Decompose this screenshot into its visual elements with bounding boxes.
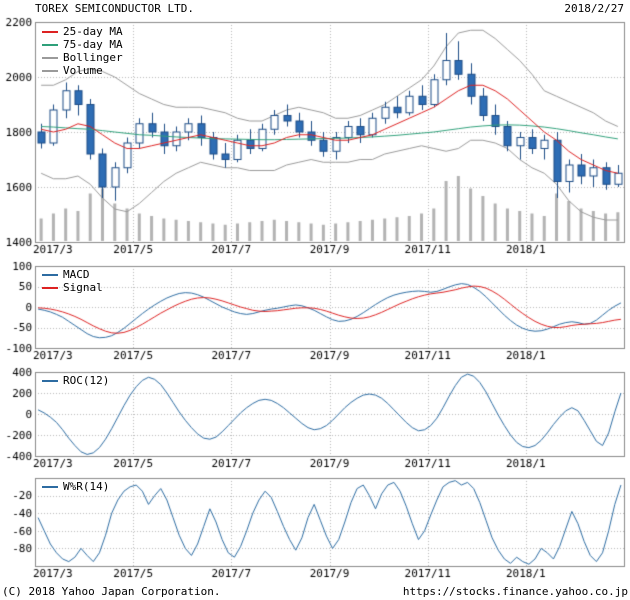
legend-label-wpr: W%R(14) (63, 481, 109, 492)
legend-item-signal: Signal (42, 282, 103, 293)
bollinger-line-swatch (42, 57, 58, 59)
roc-panel-legend: ROC(12) (42, 375, 109, 386)
legend-item-volume: Volume (42, 65, 123, 76)
legend-label-ma25: 25-day MA (63, 26, 123, 37)
macd-line-swatch (42, 274, 58, 276)
legend-label-ma75: 75-day MA (63, 39, 123, 50)
chart-header: TOREX SEMICONDUCTOR LTD. 2018/2/27 (35, 2, 624, 15)
stock-chart-page: TOREX SEMICONDUCTOR LTD. 2018/2/27 25-da… (0, 0, 630, 600)
williams-r-panel-legend: W%R(14) (42, 481, 109, 492)
legend-label-macd: MACD (63, 269, 90, 280)
ma75-line-swatch (42, 44, 58, 46)
legend-label-volume: Volume (63, 65, 103, 76)
chart-date: 2018/2/27 (564, 2, 624, 15)
footer-url-link[interactable]: https://stocks.finance.yahoo.co.jp (403, 585, 628, 598)
chart-footer: (C) 2018 Yahoo Japan Corporation. https:… (2, 585, 628, 598)
volume-bar-swatch (42, 70, 58, 72)
legend-item-ma75: 75-day MA (42, 39, 123, 50)
legend-item-macd: MACD (42, 269, 103, 280)
legend-label-signal: Signal (63, 282, 103, 293)
macd-panel-legend: MACD Signal (42, 269, 103, 293)
williams-r-line-swatch (42, 486, 58, 488)
legend-label-roc: ROC(12) (63, 375, 109, 386)
stock-title: TOREX SEMICONDUCTOR LTD. (35, 2, 194, 15)
legend-item-wpr: W%R(14) (42, 481, 109, 492)
stock-chart-canvas (0, 0, 630, 600)
legend-label-bollinger: Bollinger (63, 52, 123, 63)
legend-item-bollinger: Bollinger (42, 52, 123, 63)
legend-item-ma25: 25-day MA (42, 26, 123, 37)
signal-line-swatch (42, 287, 58, 289)
ma25-line-swatch (42, 31, 58, 33)
price-panel-legend: 25-day MA 75-day MA Bollinger Volume (42, 26, 123, 76)
roc-line-swatch (42, 380, 58, 382)
copyright-text: (C) 2018 Yahoo Japan Corporation. (2, 585, 221, 598)
legend-item-roc: ROC(12) (42, 375, 109, 386)
